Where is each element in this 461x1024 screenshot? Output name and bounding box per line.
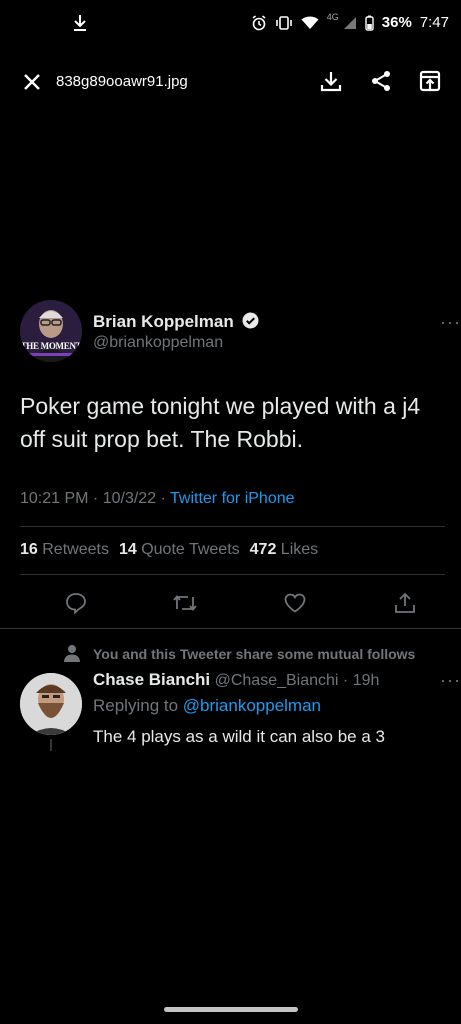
divider [0,628,461,629]
social-context: You and this Tweeter share some mutual f… [93,646,416,662]
status-bar: 4G 36% 7:47 [0,0,461,48]
download-icon [320,72,342,92]
close-button[interactable] [16,66,48,98]
share-icon [372,71,390,91]
retweet-icon [173,595,197,611]
person-icon [62,644,82,667]
tweet-more-options-button[interactable]: ··· [440,312,461,333]
wifi-icon [301,16,319,30]
likes-count: 472 [249,541,277,558]
share-tweet-button[interactable] [387,585,423,621]
status-icons: 4G 36% 7:47 [251,12,449,31]
network-type-label: 4G [326,11,339,22]
file-name: 838g89ooawr91.jpg [56,73,188,90]
open-external-icon [419,70,441,92]
author-avatar[interactable]: THE MOMENT [20,300,82,362]
avatar-photo [20,300,82,362]
author-name-text: Brian Koppelman [93,312,234,331]
reply-avatar-photo [20,673,82,735]
reply-button[interactable] [58,585,94,621]
retweets-count: 16 [20,541,38,558]
clock: 7:47 [419,14,449,31]
retweet-button[interactable] [167,585,203,621]
alarm-icon [251,14,267,31]
author-name[interactable]: Brian Koppelman [93,312,259,332]
tweet-stats: 16 Retweets 14 Quote Tweets 472 Likes [20,541,318,559]
reply-author-avatar[interactable] [20,673,82,735]
thread-line [50,739,52,751]
signal-icon: 4G [327,12,357,30]
divider [20,574,445,575]
share-button[interactable] [364,64,398,98]
share-tweet-icon [395,592,415,613]
likes-stat[interactable]: 472 Likes [250,541,319,559]
open-external-button[interactable] [413,64,447,98]
vibrate-icon [275,15,293,31]
reply-icon [66,593,86,615]
like-button[interactable] [277,585,313,621]
author-handle[interactable]: @briankoppelman [93,334,223,352]
reply-more-options-button[interactable]: ··· [440,670,461,691]
download-notification-icon [72,14,88,37]
battery-icon [365,15,374,31]
quotes-label: Quote Tweets [141,541,240,558]
home-indicator[interactable] [164,1007,298,1012]
tweet-meta: 10:21 PM · 10/3/22 · Twitter for iPhone [20,490,295,508]
download-button[interactable] [314,64,348,98]
close-icon [24,74,40,90]
tweet-actions [0,585,461,621]
tweet-timestamp: 10:21 PM · 10/3/22 · [20,490,171,507]
replying-to-label: Replying to [93,696,183,715]
avatar-caption: THE MOMENT [20,341,82,351]
battery-level: 36% [381,14,412,31]
quotes-count: 14 [118,541,137,558]
likes-label: Likes [280,541,319,558]
reply-timestamp: · 19h [338,672,380,689]
tweet-source-link[interactable]: Twitter for iPhone [170,490,295,507]
retweets-label: Retweets [42,541,109,558]
retweets-stat[interactable]: 16 Retweets [20,541,109,559]
reply-header: Chase Bianchi @Chase_Bianchi · 19h [93,670,379,690]
tweet-text: Poker game tonight we played with a j4 o… [20,393,421,452]
reply-author-name[interactable]: Chase Bianchi [93,670,210,689]
replying-to-handle-link[interactable]: @briankoppelman [183,696,321,715]
replying-to: Replying to @briankoppelman [93,696,321,716]
reply-text: The 4 plays as a wild it can also be a 3 [93,727,385,746]
verified-badge-icon [242,312,259,329]
quote-tweets-stat[interactable]: 14 Quote Tweets [119,541,240,559]
heart-icon [284,593,306,613]
reply-author-handle[interactable]: @Chase_Bianchi [215,672,339,689]
divider [20,526,445,527]
